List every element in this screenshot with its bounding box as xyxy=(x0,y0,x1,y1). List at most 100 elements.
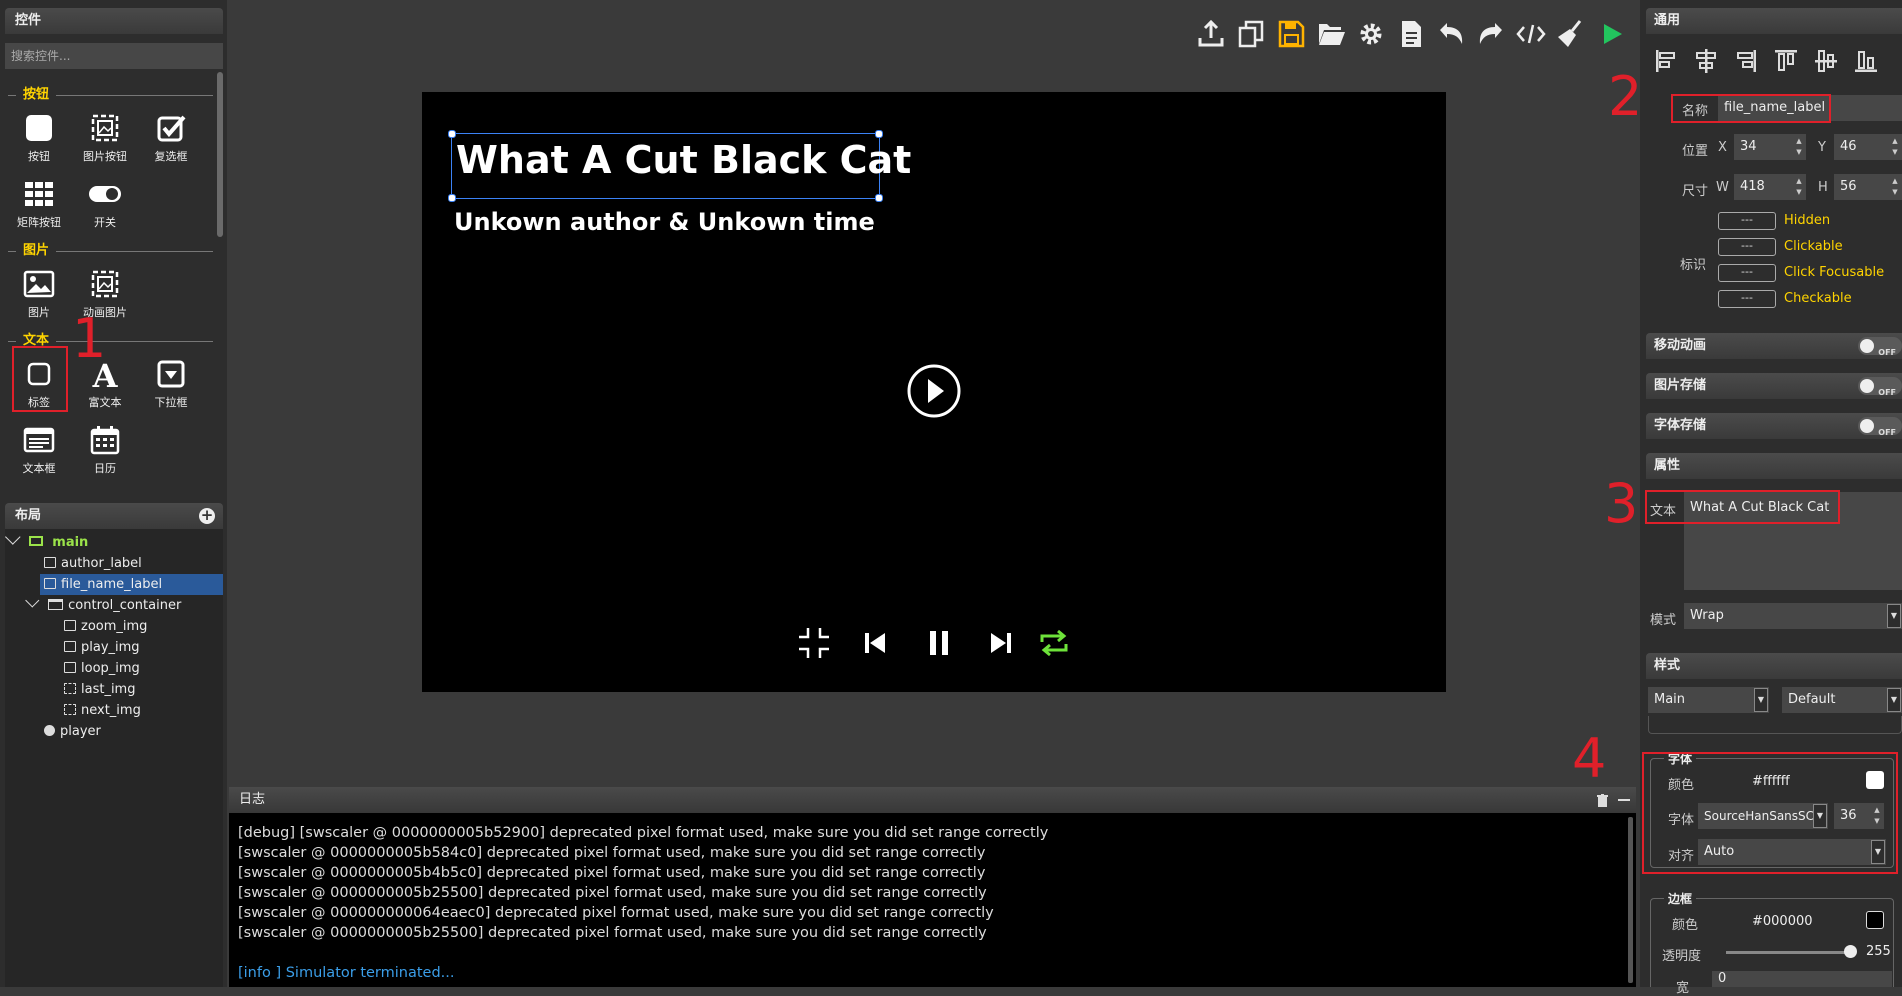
opacity-label: 透明度 xyxy=(1662,949,1702,964)
spin-arrows-icon[interactable]: ▲ ▼ xyxy=(1794,176,1804,198)
play-circle-icon[interactable] xyxy=(906,363,962,419)
tree-node-zoom-img[interactable]: zoom_img xyxy=(64,616,147,637)
annotation-box-4 xyxy=(1642,752,1898,874)
clickable-flag-label: Clickable xyxy=(1784,239,1843,254)
author-label[interactable]: Unkown author & Unkown time xyxy=(454,208,875,236)
tree-node-player[interactable]: player xyxy=(44,721,101,742)
style-state-dropdown[interactable]: Default ▼ xyxy=(1782,687,1902,713)
widget-textarea[interactable]: 文本框 xyxy=(9,424,69,476)
border-group-title: 边框 xyxy=(1664,890,1697,907)
button-icon xyxy=(26,115,52,141)
preview-canvas: What A Cut Black Cat Unkown author & Unk… xyxy=(422,92,1446,692)
open-folder-icon[interactable] xyxy=(1316,16,1346,52)
copy-icon[interactable] xyxy=(1236,16,1266,52)
calendar-icon xyxy=(90,426,120,455)
log-info-line: [info ] Simulator terminated... xyxy=(238,965,455,981)
monitor-icon xyxy=(29,536,44,546)
widget-search-input[interactable]: 搜索控件... xyxy=(5,43,223,69)
tree-node-file-name-label[interactable]: file_name_label xyxy=(40,574,223,595)
log-line: [swscaler @ 0000000005b4b5c0] deprecated… xyxy=(238,865,986,881)
y-label: Y xyxy=(1818,140,1826,155)
log-title: 日志 xyxy=(239,792,266,807)
opacity-value: 255 xyxy=(1866,944,1891,959)
run-play-icon[interactable] xyxy=(1596,16,1626,52)
widget-panel-title: 控件 xyxy=(5,8,223,34)
spin-arrows-icon[interactable]: ▲ ▼ xyxy=(1890,176,1900,198)
spin-arrows-icon[interactable]: ▲ ▼ xyxy=(1794,136,1804,158)
opacity-slider-handle[interactable] xyxy=(1844,945,1857,958)
loop-icon[interactable] xyxy=(1038,626,1070,660)
align-top-icon[interactable] xyxy=(1774,48,1798,74)
h-input[interactable]: 56 ▲ ▼ xyxy=(1834,174,1902,200)
tree-node-author-label[interactable]: author_label xyxy=(44,553,142,574)
flags-label: 标识 xyxy=(1680,258,1707,273)
move-animation-toggle[interactable]: OFF xyxy=(1858,337,1902,357)
image-store-toggle[interactable]: OFF xyxy=(1858,377,1902,397)
redo-icon[interactable] xyxy=(1476,16,1506,52)
border-color-swatch[interactable] xyxy=(1866,911,1884,929)
tree-node-last-img[interactable]: last_img xyxy=(64,679,135,700)
widget-image[interactable]: 图片 xyxy=(9,268,69,320)
image-icon xyxy=(64,641,76,652)
undo-icon[interactable] xyxy=(1436,16,1466,52)
spin-arrows-icon[interactable]: ▲ ▼ xyxy=(1890,136,1900,158)
image-store-section: 图片存储 OFF xyxy=(1646,373,1902,399)
tree-node-control-container[interactable]: control_container xyxy=(25,593,181,616)
gear-icon[interactable] xyxy=(1356,16,1386,52)
font-store-section: 字体存储 OFF xyxy=(1646,413,1902,439)
widget-checkbox[interactable]: 复选框 xyxy=(141,112,201,164)
code-icon[interactable] xyxy=(1516,16,1546,52)
w-input[interactable]: 418 ▲ ▼ xyxy=(1734,174,1806,200)
log-line: [debug] [swscaler @ 0000000005b52900] de… xyxy=(238,825,1049,841)
y-input[interactable]: 46 ▲ ▼ xyxy=(1834,134,1902,160)
attributes-section-title: 属性 xyxy=(1646,453,1902,479)
align-left-icon[interactable] xyxy=(1654,48,1678,74)
chevron-down-icon[interactable]: ▼ xyxy=(1887,604,1901,628)
document-icon[interactable] xyxy=(1396,16,1426,52)
hidden-flag-toggle[interactable]: --- xyxy=(1718,212,1776,230)
tree-node-next-img[interactable]: next_img xyxy=(64,700,141,721)
style-part-dropdown[interactable]: Main ▼ xyxy=(1648,687,1769,713)
export-icon[interactable] xyxy=(1196,16,1226,52)
clean-brush-icon[interactable] xyxy=(1556,16,1586,52)
widget-switch[interactable]: 开关 xyxy=(75,178,135,230)
tree-node-play-img[interactable]: play_img xyxy=(64,637,140,658)
click-focusable-flag-toggle[interactable]: --- xyxy=(1718,264,1776,282)
align-center-vertical-icon[interactable] xyxy=(1814,48,1838,74)
opacity-slider-track[interactable] xyxy=(1726,951,1850,954)
save-icon[interactable] xyxy=(1276,16,1306,52)
chevron-down-icon xyxy=(5,529,21,545)
file-name-label[interactable]: What A Cut Black Cat xyxy=(456,138,911,182)
clickable-flag-toggle[interactable]: --- xyxy=(1718,238,1776,256)
add-layout-icon[interactable]: + xyxy=(199,508,215,524)
tree-node-main[interactable]: main xyxy=(5,529,88,553)
align-center-horizontal-icon[interactable] xyxy=(1694,48,1718,74)
previous-icon[interactable] xyxy=(862,630,888,656)
align-right-icon[interactable] xyxy=(1734,48,1758,74)
chevron-down-icon[interactable]: ▼ xyxy=(1754,688,1768,712)
widget-calendar[interactable]: 日历 xyxy=(75,424,135,476)
align-bottom-icon[interactable] xyxy=(1854,48,1878,74)
log-scrollbar[interactable] xyxy=(1628,817,1633,983)
checkable-flag-toggle[interactable]: --- xyxy=(1718,290,1776,308)
category-image: 图片 xyxy=(8,243,213,259)
tree-node-loop-img[interactable]: loop_img xyxy=(64,658,140,679)
style-section-title: 样式 xyxy=(1646,653,1902,679)
pause-icon[interactable] xyxy=(926,628,952,658)
widget-button[interactable]: 按钮 xyxy=(9,112,69,164)
chevron-down-icon[interactable]: ▼ xyxy=(1887,688,1901,712)
font-store-toggle[interactable]: OFF xyxy=(1858,417,1902,437)
widget-panel-scrollbar[interactable] xyxy=(217,72,223,237)
zoom-icon[interactable] xyxy=(797,626,831,660)
widget-matrix-button[interactable]: 矩阵按钮 xyxy=(9,178,69,230)
border-width-input[interactable]: 0 xyxy=(1712,971,1892,987)
log-line: [swscaler @ 000000000064eaec0] deprecate… xyxy=(238,905,994,921)
mode-dropdown[interactable]: Wrap ▼ xyxy=(1684,603,1902,629)
next-icon[interactable] xyxy=(988,630,1014,656)
trash-icon[interactable] xyxy=(1597,794,1608,807)
x-input[interactable]: 34 ▲ ▼ xyxy=(1734,134,1806,160)
widget-image-button[interactable]: 图片按钮 xyxy=(75,112,135,164)
image-button-icon xyxy=(64,683,76,694)
widget-dropdown[interactable]: 下拉框 xyxy=(141,358,201,410)
minimize-icon[interactable] xyxy=(1618,799,1630,801)
